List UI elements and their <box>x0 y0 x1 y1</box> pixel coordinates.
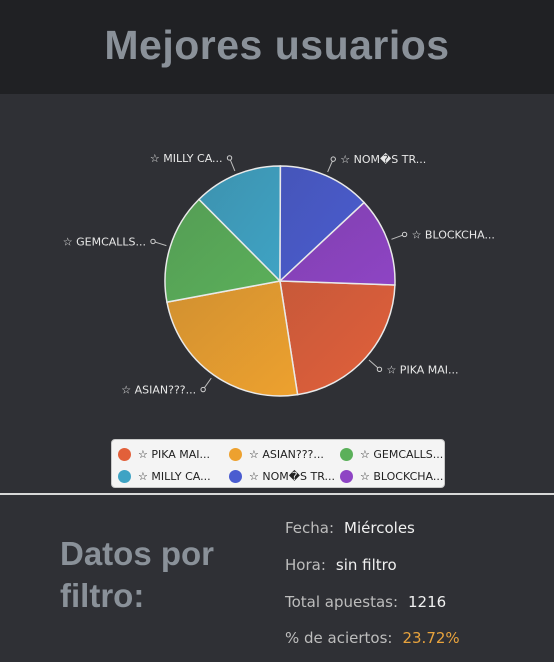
legend-label: ☆ GEMCALLS... <box>360 447 444 461</box>
legend-item: ☆ PIKA MAI... <box>118 445 210 463</box>
legend-item: ☆ ASIAN???... <box>229 445 324 463</box>
legend-swatch <box>229 447 242 461</box>
legend-swatch <box>229 469 242 483</box>
legend-label: ☆ ASIAN???... <box>249 447 324 461</box>
filter-heading: Datos por filtro: <box>60 535 215 614</box>
aciertos-label: % de aciertos: <box>285 629 393 647</box>
hora-label: Hora: <box>285 556 326 574</box>
total-label: Total apuestas: <box>285 593 399 611</box>
legend-label: ☆ NOM�S TR... <box>249 469 335 483</box>
legend-label: ☆ BLOCKCHA... <box>360 469 444 483</box>
aciertos-row: % de aciertos: 23.72% <box>285 629 460 647</box>
chart-panel: ☆ PIKA MAI... ☆ ASIAN???... ☆ GEMCALLS... ☆… <box>0 94 554 494</box>
fecha-label: Fecha: <box>285 519 335 537</box>
legend-swatch <box>340 469 353 483</box>
legend-label: ☆ MILLY CA... <box>138 469 211 483</box>
label-anchor-dot <box>150 238 156 245</box>
hora-value: sin filtro <box>335 556 397 574</box>
label-anchor-dot <box>200 386 206 393</box>
legend-label: ☆ PIKA MAI... <box>138 447 211 461</box>
page-title: Mejores usuarios <box>104 21 450 68</box>
aciertos-value: 23.72% <box>402 629 460 647</box>
slice-label: ☆ GEMCALLS... <box>63 235 146 248</box>
slice-label: ☆ ASIAN???... <box>121 384 196 397</box>
legend-item: ☆ MILLY CA... <box>118 467 211 485</box>
legend-swatch <box>118 469 131 483</box>
label-anchor-dot <box>376 366 383 373</box>
label-anchor-dot <box>226 155 233 161</box>
slice-label: ☆ BLOCKCHA... <box>412 228 495 241</box>
legend-swatch <box>340 447 353 461</box>
label-anchor-dot <box>330 156 336 162</box>
legend-item: ☆ GEMCALLS... <box>340 445 443 463</box>
pie-slice <box>279 280 396 396</box>
fecha-value: Miércoles <box>344 519 415 537</box>
filter-panel: Datos por filtro: Fecha: Miércoles Hora: s… <box>0 495 554 662</box>
header-bar: Mejores usuarios <box>0 0 554 94</box>
slice-label: ☆ PIKA MAI... <box>386 363 458 376</box>
pie-chart: ☆ PIKA MAI... ☆ ASIAN???... ☆ GEMCALLS... ☆… <box>63 152 495 397</box>
chart-legend: ☆ PIKA MAI... ☆ ASIAN???... ☆ GEMCALLS..… <box>111 439 445 488</box>
label-anchor-dot <box>401 231 408 238</box>
total-value: 1216 <box>408 593 447 611</box>
legend-item: ☆ BLOCKCHA... <box>340 467 443 485</box>
legend-item: ☆ NOM�S TR... <box>229 467 335 485</box>
slice-label: ☆ MILLY CA... <box>150 152 223 165</box>
slice-label: ☆ NOM�S TR... <box>340 153 426 166</box>
fecha-row: Fecha: Miércoles <box>285 519 415 537</box>
legend-swatch <box>118 447 131 461</box>
hora-row: Hora: sin filtro <box>285 556 397 574</box>
total-row: Total apuestas: 1216 <box>285 593 446 611</box>
